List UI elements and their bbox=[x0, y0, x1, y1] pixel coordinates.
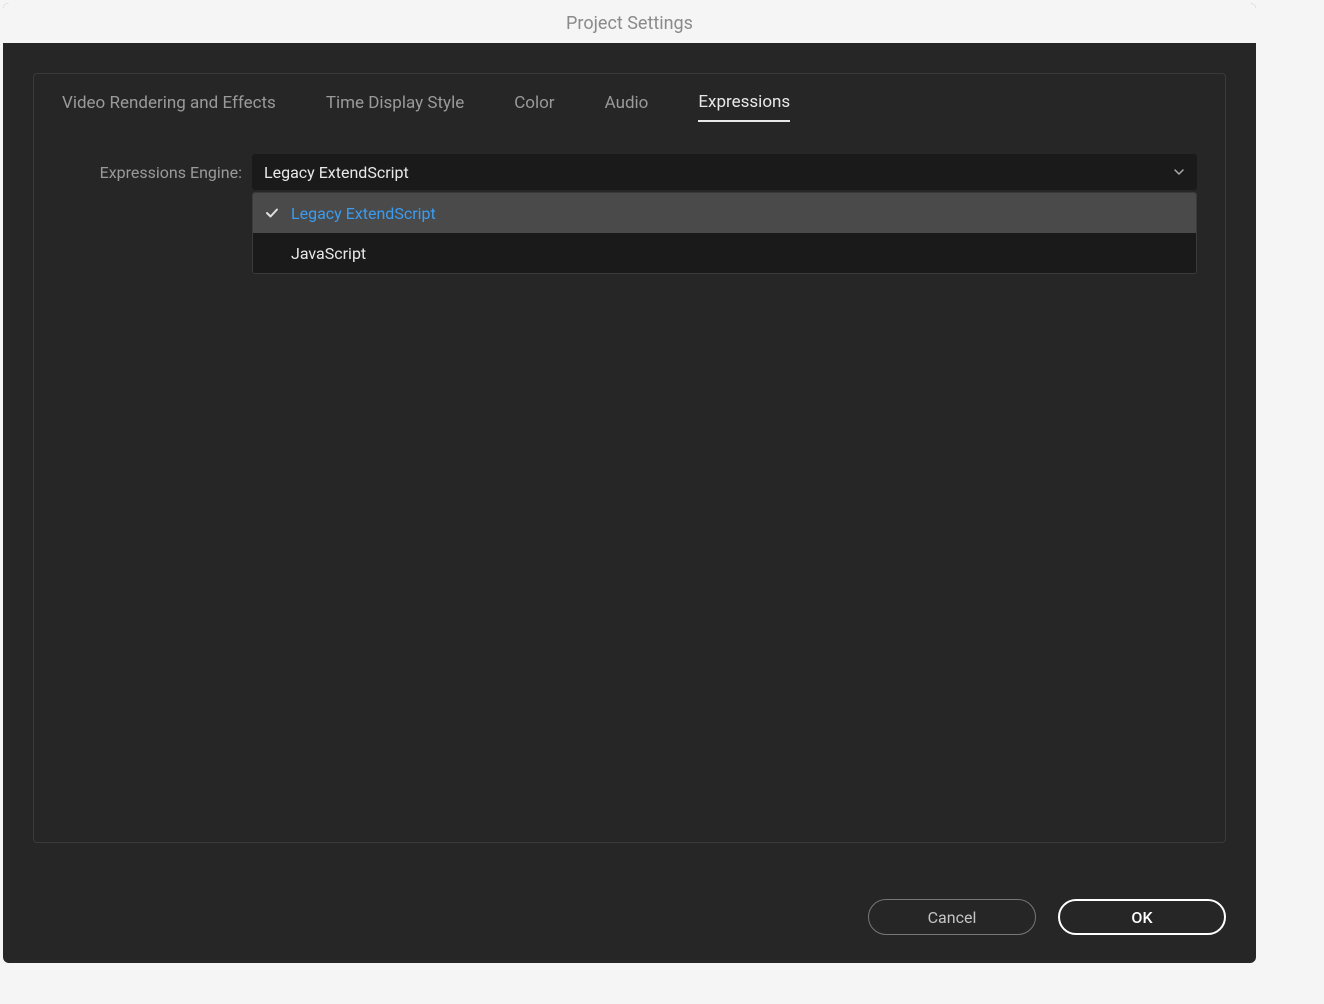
tab-video-rendering[interactable]: Video Rendering and Effects bbox=[62, 93, 276, 121]
expressions-engine-dropdown-wrapper: Legacy ExtendScript Legacy ExtendScript bbox=[252, 154, 1197, 190]
tab-color[interactable]: Color bbox=[514, 93, 554, 121]
expressions-engine-row: Expressions Engine: Legacy ExtendScript bbox=[34, 122, 1225, 190]
ok-button[interactable]: OK bbox=[1058, 899, 1226, 935]
settings-panel: Video Rendering and Effects Time Display… bbox=[33, 73, 1226, 843]
titlebar: Project Settings bbox=[3, 3, 1256, 43]
dropdown-option-label: JavaScript bbox=[291, 244, 366, 263]
project-settings-dialog: Project Settings Video Rendering and Eff… bbox=[3, 3, 1256, 963]
tab-bar: Video Rendering and Effects Time Display… bbox=[34, 74, 1225, 122]
dropdown-option-legacy-extendscript[interactable]: Legacy ExtendScript bbox=[253, 193, 1196, 233]
expressions-engine-dropdown[interactable]: Legacy ExtendScript bbox=[252, 154, 1197, 190]
chevron-down-icon bbox=[1173, 163, 1185, 182]
tab-time-display[interactable]: Time Display Style bbox=[326, 93, 464, 121]
tab-audio[interactable]: Audio bbox=[605, 93, 649, 121]
check-icon bbox=[265, 206, 291, 220]
dropdown-option-label: Legacy ExtendScript bbox=[291, 204, 436, 223]
expressions-engine-dropdown-list: Legacy ExtendScript JavaScript bbox=[252, 192, 1197, 274]
cancel-button[interactable]: Cancel bbox=[868, 899, 1036, 935]
expressions-engine-label: Expressions Engine: bbox=[52, 163, 252, 182]
window-title: Project Settings bbox=[566, 13, 693, 34]
dropdown-option-javascript[interactable]: JavaScript bbox=[253, 233, 1196, 273]
dropdown-selected-value: Legacy ExtendScript bbox=[264, 163, 409, 182]
tab-expressions[interactable]: Expressions bbox=[698, 92, 790, 122]
dialog-button-row: Cancel OK bbox=[868, 899, 1226, 935]
dialog-content: Video Rendering and Effects Time Display… bbox=[3, 43, 1256, 963]
